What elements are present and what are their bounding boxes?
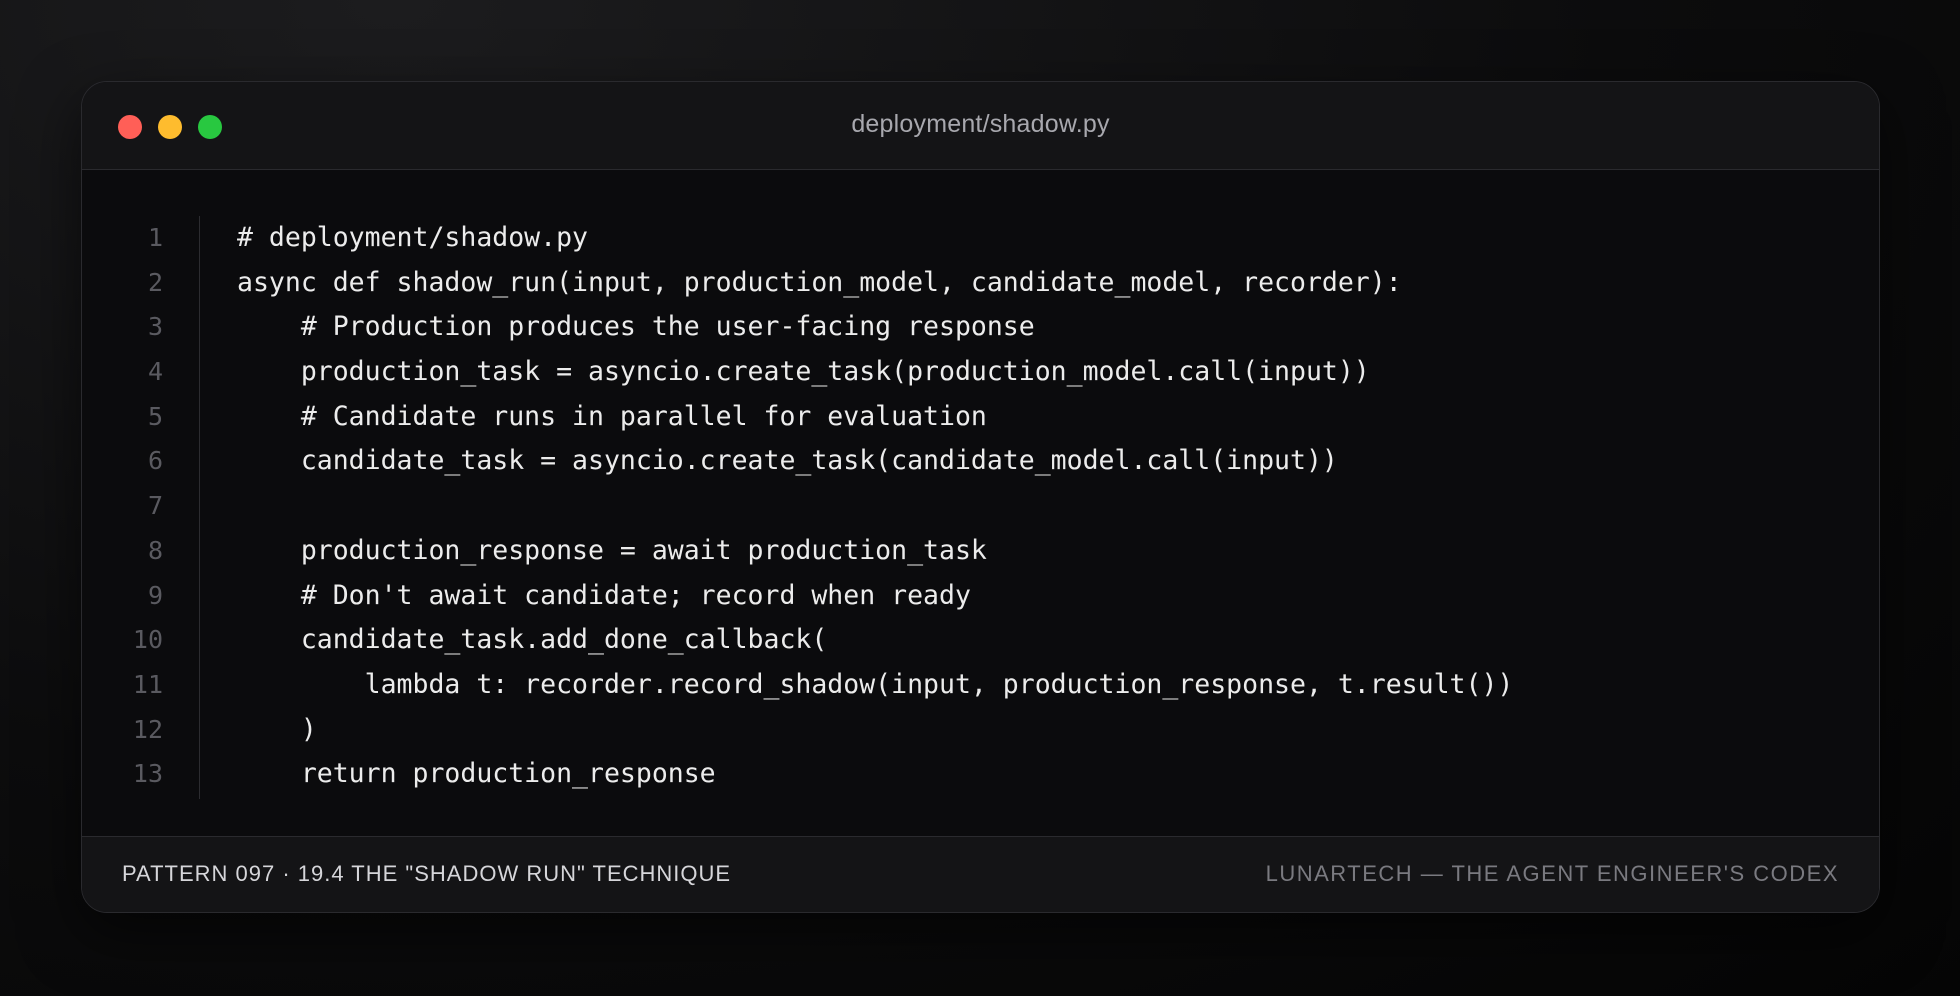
code-line: candidate_task = asyncio.create_task(can… — [237, 445, 1338, 477]
line-number: 9 — [147, 580, 163, 610]
publisher-caption: LUNARTECH — THE AGENT ENGINEER'S CODEX — [1265, 861, 1839, 886]
line-number: 5 — [147, 401, 163, 431]
line-number: 13 — [132, 759, 163, 789]
code-line: candidate_task.add_done_callback( — [237, 624, 828, 656]
title-bar: deployment/shadow.py — [82, 82, 1879, 170]
code-window: deployment/shadow.py 1 2 3 4 5 6 7 8 9 10 11 12 13 #… — [81, 81, 1880, 913]
line-number: 10 — [132, 625, 163, 655]
line-number: 1 — [147, 223, 163, 252]
line-number: 3 — [147, 312, 163, 342]
line-number: 7 — [147, 491, 163, 521]
pattern-caption: PATTERN 097 · 19.4 THE "SHADOW RUN" TECH… — [122, 861, 732, 886]
code-lines: # deployment/shadow.py async def shadow_r… — [237, 216, 1513, 797]
code-line: # Candidate runs in parallel for evaluat… — [237, 400, 987, 432]
code-line: # Don't await candidate; record when rea… — [237, 579, 971, 611]
code-line: ) — [237, 713, 317, 745]
line-number: 12 — [132, 714, 163, 744]
code-line: # deployment/shadow.py — [237, 222, 588, 253]
code-line: production_response = await production_t… — [237, 534, 987, 566]
footer-bar: PATTERN 097 · 19.4 THE "SHADOW RUN" TECH… — [82, 836, 1879, 912]
code-editor: 1 2 3 4 5 6 7 8 9 10 11 12 13 # deployment/shadow.py… — [82, 170, 1879, 826]
code-line: production_task = asyncio.create_task(pr… — [237, 356, 1370, 388]
line-number: 6 — [147, 446, 163, 476]
code-line: # Production produces the user-facing re… — [237, 311, 1035, 343]
line-number: 11 — [132, 669, 163, 699]
line-number: 2 — [147, 267, 163, 297]
code-line: async def shadow_run(input, production_m… — [237, 266, 1402, 298]
code-line: return production_response — [237, 758, 716, 790]
line-number-gutter: 1 2 3 4 5 6 7 8 9 10 11 12 13 — [82, 216, 200, 799]
line-number: 8 — [147, 535, 163, 565]
code-line: lambda t: recorder.record_shadow(input, … — [237, 668, 1514, 700]
window-title: deployment/shadow.py — [851, 110, 1110, 138]
line-number: 4 — [147, 357, 163, 387]
